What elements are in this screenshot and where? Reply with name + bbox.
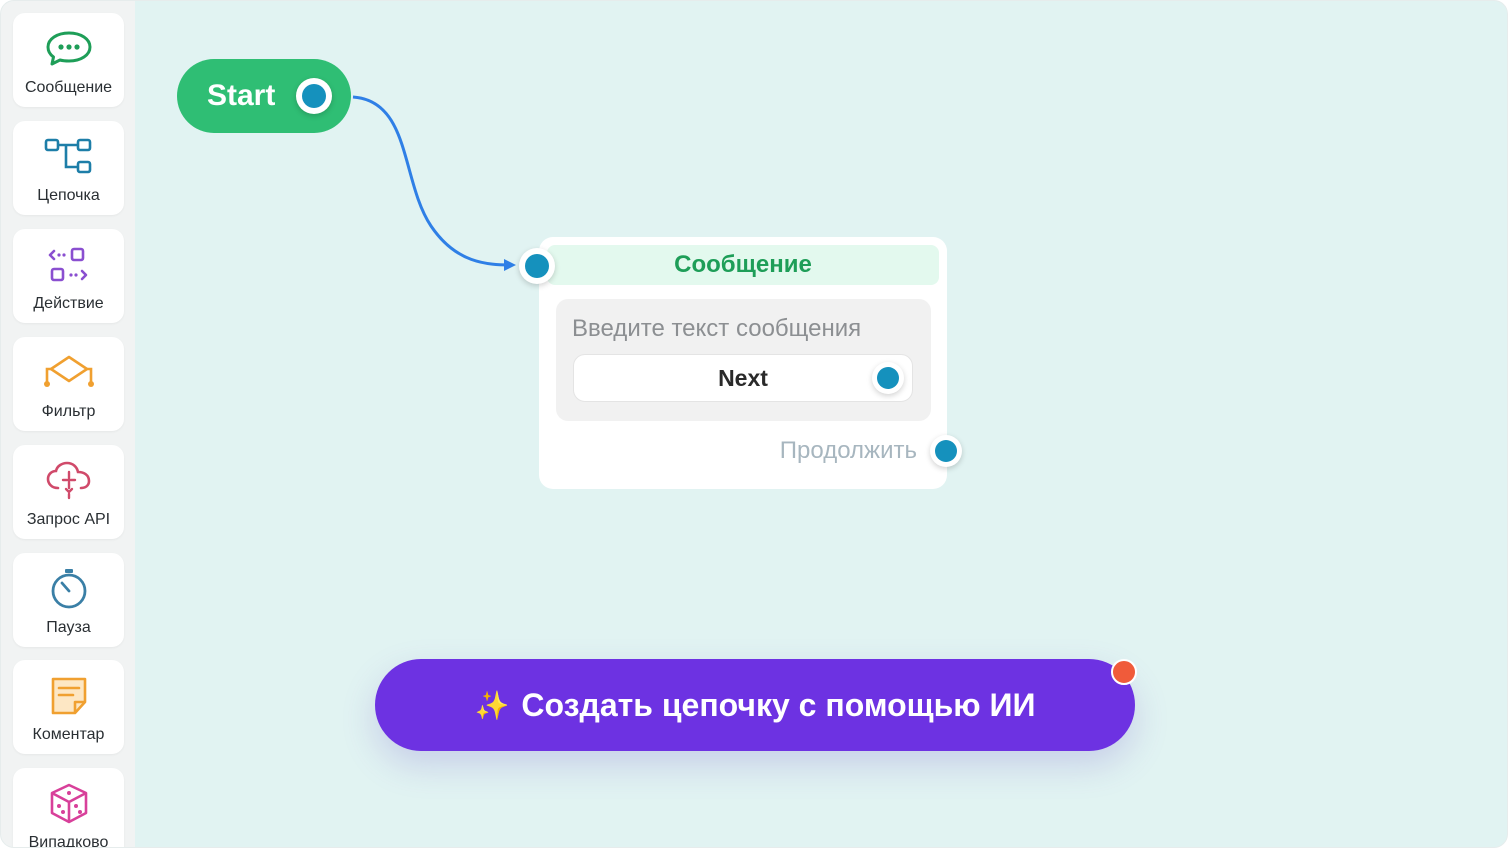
chat-bubble-icon (43, 27, 95, 71)
message-placeholder: Введите текст сообщения (572, 315, 862, 342)
tool-label: Действие (33, 295, 104, 312)
continue-label: Продолжить (779, 437, 917, 464)
message-input-port[interactable] (519, 248, 555, 284)
dice-icon (43, 782, 95, 826)
tool-api-request[interactable]: Запрос API (13, 445, 124, 539)
ai-button-label: Создать цепочку с помощью ИИ (521, 686, 1036, 723)
tool-pause[interactable]: Пауза (13, 553, 124, 647)
action-icon (43, 243, 95, 287)
note-icon (43, 674, 95, 718)
create-chain-with-ai-button[interactable]: ✨ Создать цепочку с помощью ИИ (375, 659, 1135, 751)
chain-flow-icon (43, 135, 95, 179)
next-button[interactable]: Next (573, 354, 913, 402)
flow-builder-app: Сообщение Цепочка Действие Фильтр Запрос… (0, 0, 1508, 848)
tool-label: Фильтр (41, 403, 96, 420)
tool-filter[interactable]: Фильтр (13, 337, 124, 431)
tool-random[interactable]: Випадково (13, 768, 124, 848)
sparkles-icon: ✨ (474, 689, 510, 721)
timer-icon (43, 567, 95, 611)
tool-sidebar: Сообщение Цепочка Действие Фильтр Запрос… (1, 1, 135, 848)
cloud-api-icon (43, 459, 95, 503)
continue-output-port[interactable] (930, 435, 962, 467)
tool-label: Цепочка (37, 187, 100, 204)
message-node-title: Сообщение (547, 245, 939, 285)
tool-label: Сообщение (24, 79, 113, 96)
message-text-area[interactable]: Введите текст сообщения Next (556, 299, 931, 421)
start-to-message-edge[interactable] (352, 95, 516, 271)
next-button-port[interactable] (872, 362, 904, 394)
tool-chain[interactable]: Цепочка (13, 121, 124, 215)
tool-message[interactable]: Сообщение (13, 13, 124, 107)
tool-label: Пауза (46, 619, 91, 636)
tool-label: Випадково (28, 834, 109, 848)
notification-dot (1111, 659, 1137, 685)
tool-label: Запрос API (26, 511, 111, 528)
start-output-port[interactable] (296, 78, 332, 114)
tool-action[interactable]: Действие (13, 229, 124, 323)
start-node-label: Start (207, 79, 276, 112)
tool-comment[interactable]: Коментар (13, 660, 124, 754)
tool-label: Коментар (32, 726, 105, 743)
filter-branch-icon (43, 351, 95, 395)
